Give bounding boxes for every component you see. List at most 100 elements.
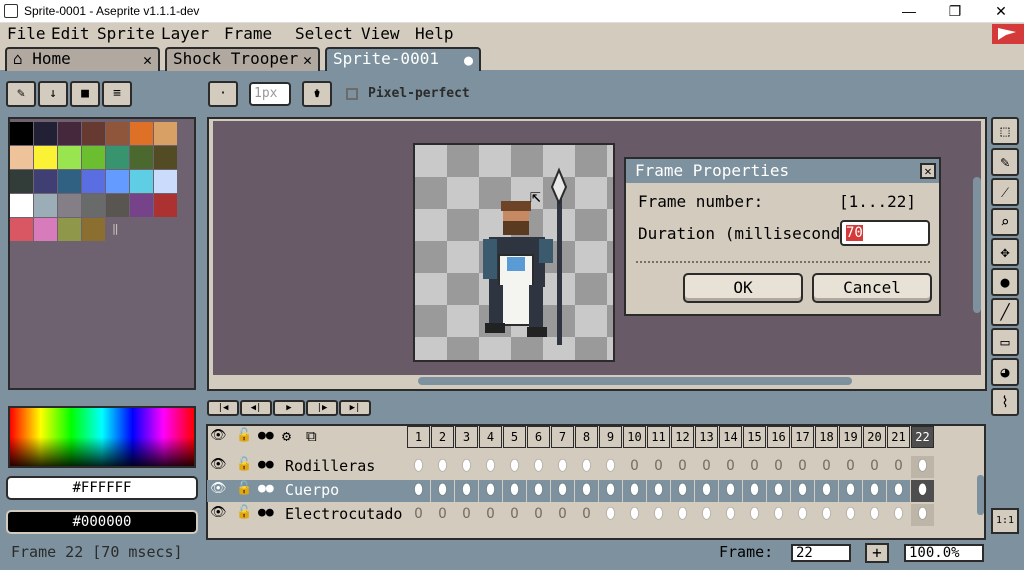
palette-options-button[interactable]: ≡: [102, 81, 132, 107]
cel-filled[interactable]: ⬮: [911, 480, 934, 502]
palette-swatch[interactable]: [130, 194, 153, 217]
palette-swatch[interactable]: [82, 146, 105, 169]
layer-visibility-eye-icon[interactable]: 👁: [210, 457, 227, 472]
cel-filled[interactable]: ⬮: [623, 504, 646, 526]
cel-filled[interactable]: ⬮: [647, 504, 670, 526]
cel-filled[interactable]: ⬮: [743, 504, 766, 526]
fill-tool[interactable]: ●: [991, 268, 1019, 296]
frame-number-header[interactable]: 8: [575, 426, 598, 448]
palette-swatch[interactable]: [130, 146, 153, 169]
pixel-ratio-button[interactable]: 1:1: [991, 508, 1019, 534]
cel-empty[interactable]: O: [623, 456, 646, 478]
cel-filled[interactable]: ⬮: [695, 504, 718, 526]
cel-filled[interactable]: ⬮: [599, 504, 622, 526]
menu-select[interactable]: Select: [295, 24, 353, 43]
cel-filled[interactable]: ⬮: [695, 480, 718, 502]
cel-filled[interactable]: ⬮: [767, 480, 790, 502]
cel-filled[interactable]: ⬮: [671, 480, 694, 502]
duration-input[interactable]: 70: [840, 220, 930, 246]
palette-swatch[interactable]: [82, 194, 105, 217]
close-window-button[interactable]: ✕: [978, 0, 1024, 23]
tab-shock-trooper[interactable]: Shock Trooper ✕: [165, 47, 320, 71]
cel-empty[interactable]: O: [815, 456, 838, 478]
palette-swatch[interactable]: [10, 170, 33, 193]
cel-filled[interactable]: ⬮: [839, 504, 862, 526]
palette-swatch[interactable]: [34, 194, 57, 217]
palette-presets-button[interactable]: ■: [70, 81, 100, 107]
pencil-tool[interactable]: ✎: [991, 148, 1019, 176]
palette-swatch[interactable]: [106, 146, 129, 169]
tab-sprite-0001[interactable]: Sprite-0001 ●: [325, 47, 481, 71]
layer-visibility-eye-icon[interactable]: 👁: [210, 505, 227, 520]
palette-swatch[interactable]: [10, 146, 33, 169]
frame-number-header[interactable]: 10: [623, 426, 646, 448]
frame-number-header[interactable]: 22: [911, 426, 934, 448]
cel-filled[interactable]: ⬮: [599, 480, 622, 502]
palette-swatch[interactable]: [34, 170, 57, 193]
cel-filled[interactable]: ⬮: [815, 504, 838, 526]
palette-swatch[interactable]: [82, 122, 105, 145]
brush-size-input[interactable]: 1px: [249, 82, 291, 106]
blur-tool[interactable]: ⌇: [991, 388, 1019, 416]
layer-continuous-icon[interactable]: ●●: [258, 457, 274, 472]
cel-empty[interactable]: O: [791, 456, 814, 478]
cel-filled[interactable]: ⬮: [407, 456, 430, 478]
layer-continuous-icon[interactable]: ●●: [258, 481, 274, 496]
cel-empty[interactable]: O: [863, 456, 886, 478]
palette-swatch[interactable]: [130, 170, 153, 193]
menu-frame[interactable]: Frame: [224, 24, 272, 43]
gear-icon[interactable]: ⚙: [282, 427, 291, 445]
play-button[interactable]: ▶: [273, 400, 305, 416]
palette-swatch[interactable]: [106, 122, 129, 145]
palette-swatch[interactable]: [154, 194, 177, 217]
cel-empty[interactable]: O: [575, 504, 598, 526]
layer-lock-icon[interactable]: 🔓: [236, 481, 252, 496]
line-tool[interactable]: ╱: [991, 298, 1019, 326]
cel-filled[interactable]: ⬮: [575, 480, 598, 502]
cel-filled[interactable]: ⬮: [791, 480, 814, 502]
frame-number-header[interactable]: 12: [671, 426, 694, 448]
cel-filled[interactable]: ⬮: [599, 456, 622, 478]
cel-empty[interactable]: O: [431, 504, 454, 526]
cel-empty[interactable]: O: [455, 504, 478, 526]
palette-swatch[interactable]: [58, 218, 81, 241]
previous-frame-button[interactable]: ◀|: [240, 400, 272, 416]
frame-number-header[interactable]: 16: [767, 426, 790, 448]
first-frame-button[interactable]: |◀: [207, 400, 239, 416]
frame-number-header[interactable]: 3: [455, 426, 478, 448]
lock-icon[interactable]: 🔓: [236, 428, 252, 443]
cel-filled[interactable]: ⬮: [479, 480, 502, 502]
palette-swatch[interactable]: [34, 146, 57, 169]
status-frame-input[interactable]: 22: [791, 544, 851, 562]
cel-filled[interactable]: ⬮: [863, 504, 886, 526]
rectangle-tool[interactable]: ▭: [991, 328, 1019, 356]
palette-swatch[interactable]: [154, 146, 177, 169]
ink-button[interactable]: ⚱: [302, 81, 332, 107]
palette-swatch[interactable]: [106, 170, 129, 193]
cel-empty[interactable]: O: [767, 456, 790, 478]
layer-visibility-eye-icon[interactable]: 👁: [210, 481, 227, 496]
menu-view[interactable]: View: [361, 24, 400, 43]
cel-filled[interactable]: ⬮: [647, 480, 670, 502]
menu-edit[interactable]: Edit: [51, 24, 90, 43]
cel-filled[interactable]: ⬮: [575, 456, 598, 478]
tab-modified-icon[interactable]: ●: [464, 50, 473, 70]
palette-swatch[interactable]: [106, 194, 129, 217]
cel-filled[interactable]: ⬮: [407, 480, 430, 502]
frame-number-header[interactable]: 14: [719, 426, 742, 448]
cel-filled[interactable]: ⬮: [527, 480, 550, 502]
cel-filled[interactable]: ⬮: [719, 504, 742, 526]
cel-filled[interactable]: ⬮: [527, 456, 550, 478]
cancel-button[interactable]: Cancel: [812, 273, 932, 303]
layer-row[interactable]: 👁 🔓 ●● Cuerpo: [207, 480, 407, 502]
frame-number-header[interactable]: 18: [815, 426, 838, 448]
dialog-close-button[interactable]: ✕: [920, 163, 936, 179]
cel-filled[interactable]: ⬮: [623, 480, 646, 502]
cel-filled[interactable]: ⬮: [767, 504, 790, 526]
cel-filled[interactable]: ⬮: [671, 504, 694, 526]
cel-filled[interactable]: ⬮: [911, 456, 934, 478]
frame-number-header[interactable]: 2: [431, 426, 454, 448]
cel-empty[interactable]: O: [839, 456, 862, 478]
cel-empty[interactable]: O: [503, 504, 526, 526]
layer-continuous-icon[interactable]: ●●: [258, 505, 274, 520]
